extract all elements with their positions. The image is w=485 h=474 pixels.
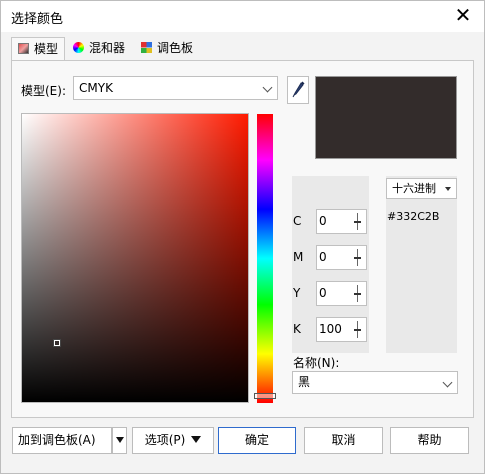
chevron-down-icon bbox=[262, 82, 273, 93]
channel-m-field[interactable] bbox=[316, 245, 367, 270]
model-label: 模型(E): bbox=[21, 84, 66, 98]
channel-c-field[interactable] bbox=[316, 209, 367, 234]
saturation-value-field[interactable] bbox=[21, 113, 249, 403]
channel-y-field[interactable] bbox=[316, 281, 367, 306]
channel-m-input[interactable] bbox=[319, 249, 353, 265]
channel-c-label: C bbox=[293, 214, 302, 228]
ok-button[interactable]: 确定 bbox=[218, 427, 296, 454]
color-name-label: 名称(N): bbox=[293, 356, 340, 370]
channel-m-slider[interactable] bbox=[353, 249, 362, 266]
dropdown-arrow-icon bbox=[191, 436, 202, 443]
hex-group bbox=[386, 176, 457, 353]
tab-palette-label: 调色板 bbox=[157, 41, 194, 55]
channel-c-slider[interactable] bbox=[353, 213, 362, 230]
hex-value: #332C2B bbox=[387, 210, 440, 223]
tab-model-label: 模型 bbox=[34, 42, 59, 56]
tab-model[interactable]: 模型 bbox=[11, 37, 66, 62]
close-icon[interactable]: ✕ bbox=[452, 4, 474, 26]
ok-label: 确定 bbox=[244, 433, 269, 447]
options-label: 选项(P) bbox=[144, 433, 186, 447]
dropdown-arrow-icon bbox=[445, 187, 451, 191]
eyedropper-button[interactable] bbox=[287, 76, 309, 104]
dropdown-arrow-icon bbox=[115, 437, 124, 443]
help-label: 帮助 bbox=[417, 433, 442, 447]
color-name-value: 黑 bbox=[298, 375, 311, 389]
channel-y-slider[interactable] bbox=[353, 285, 362, 302]
title-bar: 选择颜色 ✕ bbox=[1, 1, 484, 32]
hue-slider-handle[interactable] bbox=[254, 393, 276, 399]
mixer-icon bbox=[73, 42, 84, 53]
model-select[interactable]: CMYK bbox=[73, 76, 278, 100]
channel-c-input[interactable] bbox=[319, 213, 353, 229]
hex-mode-dropdown[interactable]: 十六进制 bbox=[386, 178, 457, 199]
color-field-marker[interactable] bbox=[53, 339, 61, 347]
channel-k-input[interactable] bbox=[319, 321, 353, 337]
channel-k-label: K bbox=[293, 322, 301, 336]
channel-k-slider[interactable] bbox=[353, 321, 362, 338]
add-to-palette-dropdown[interactable] bbox=[112, 427, 127, 454]
color-name-select[interactable]: 黑 bbox=[292, 371, 458, 394]
add-to-palette-label: 加到调色板(A) bbox=[18, 433, 96, 447]
model-select-value: CMYK bbox=[79, 81, 113, 95]
hex-mode-label: 十六进制 bbox=[392, 182, 436, 195]
tab-mixer-label: 混和器 bbox=[89, 41, 126, 55]
cancel-button[interactable]: 取消 bbox=[304, 427, 383, 454]
tab-mixer[interactable]: 混和器 bbox=[67, 37, 131, 60]
cancel-label: 取消 bbox=[331, 433, 356, 447]
color-preview-swatch bbox=[315, 76, 457, 159]
chevron-down-icon bbox=[442, 377, 453, 388]
tab-palette[interactable]: 调色板 bbox=[135, 37, 199, 60]
options-button[interactable]: 选项(P) bbox=[132, 427, 214, 454]
hue-slider[interactable] bbox=[257, 114, 273, 403]
channel-m-label: M bbox=[293, 250, 304, 264]
channel-y-input[interactable] bbox=[319, 285, 353, 301]
color-picker-dialog: 选择颜色 ✕ 模型 混和器 调色板 模型(E): CMYK 十六进制 #332C… bbox=[0, 0, 485, 474]
channel-y-label: Y bbox=[293, 286, 301, 300]
channel-k-field[interactable] bbox=[316, 317, 367, 342]
model-icon bbox=[18, 43, 29, 54]
eyedropper-icon bbox=[292, 81, 305, 98]
dialog-title: 选择颜色 bbox=[11, 12, 64, 27]
help-button[interactable]: 帮助 bbox=[390, 427, 469, 454]
add-to-palette-button[interactable]: 加到调色板(A) bbox=[12, 427, 112, 454]
palette-icon bbox=[141, 42, 152, 53]
